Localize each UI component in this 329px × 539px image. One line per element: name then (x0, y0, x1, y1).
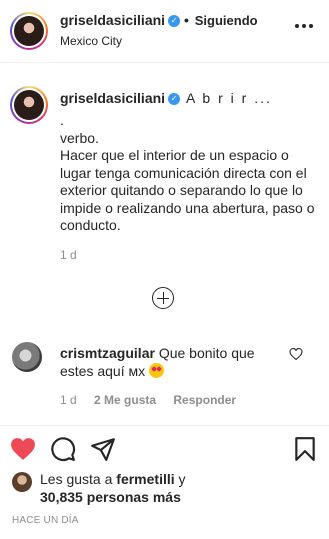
caption-title: A b r i r ... (185, 90, 272, 106)
post-timestamp[interactable]: HACE UN DÍA (12, 515, 79, 526)
heart-outline-icon[interactable] (289, 348, 303, 360)
comment-text: crismtzaguilar Que bonito que estes aquí… (60, 344, 280, 380)
paper-plane-icon[interactable] (90, 436, 116, 462)
heart-filled-icon[interactable] (10, 436, 36, 462)
likes-connector: y (174, 471, 186, 487)
caption-body: . verbo. Hacer que el interior de un esp… (60, 112, 315, 233)
commenter-username[interactable]: crismtzaguilar (60, 345, 155, 361)
location-link[interactable]: Mexico City (60, 34, 122, 48)
comment-meta: 1 d 2 Me gusta Responder (60, 393, 250, 407)
author-avatar[interactable] (10, 12, 48, 50)
caption-avatar[interactable] (10, 86, 48, 124)
reply-button[interactable]: Responder (173, 393, 236, 407)
more-options-icon[interactable] (295, 24, 313, 30)
verified-badge-icon: ✓ (168, 15, 181, 28)
action-bar (0, 425, 329, 475)
comment-likes[interactable]: 2 Me gusta (94, 393, 156, 407)
verified-badge-icon: ✓ (168, 93, 181, 106)
liker-username[interactable]: fermetilli (116, 471, 174, 487)
plus-circle-icon[interactable] (152, 287, 174, 309)
author-username[interactable]: griseldasiciliani (60, 12, 165, 28)
caption-header: griseldasiciliani ✓ A b r i r ... (60, 90, 272, 106)
commenter-avatar[interactable] (12, 342, 42, 372)
header-separator: • (183, 12, 189, 28)
comment-time[interactable]: 1 d (60, 393, 77, 407)
author-row: griseldasiciliani ✓ • Siguiendo (60, 12, 258, 28)
caption-time[interactable]: 1 d (60, 248, 77, 262)
star-struck-emoji-icon (149, 363, 165, 378)
likes-text: Les gusta a fermetilli y 30,835 personas… (40, 470, 186, 506)
bookmark-icon[interactable] (292, 436, 318, 462)
likes-count[interactable]: 30,835 personas más (40, 489, 181, 505)
liker-avatar[interactable] (12, 472, 32, 492)
caption-username[interactable]: griseldasiciliani (60, 90, 165, 106)
following-button[interactable]: Siguiendo (195, 13, 258, 28)
comment-icon[interactable] (50, 436, 76, 462)
likes-prefix: Les gusta a (40, 471, 117, 487)
post-header: griseldasiciliani ✓ • Siguiendo Mexico Ci… (0, 0, 329, 63)
